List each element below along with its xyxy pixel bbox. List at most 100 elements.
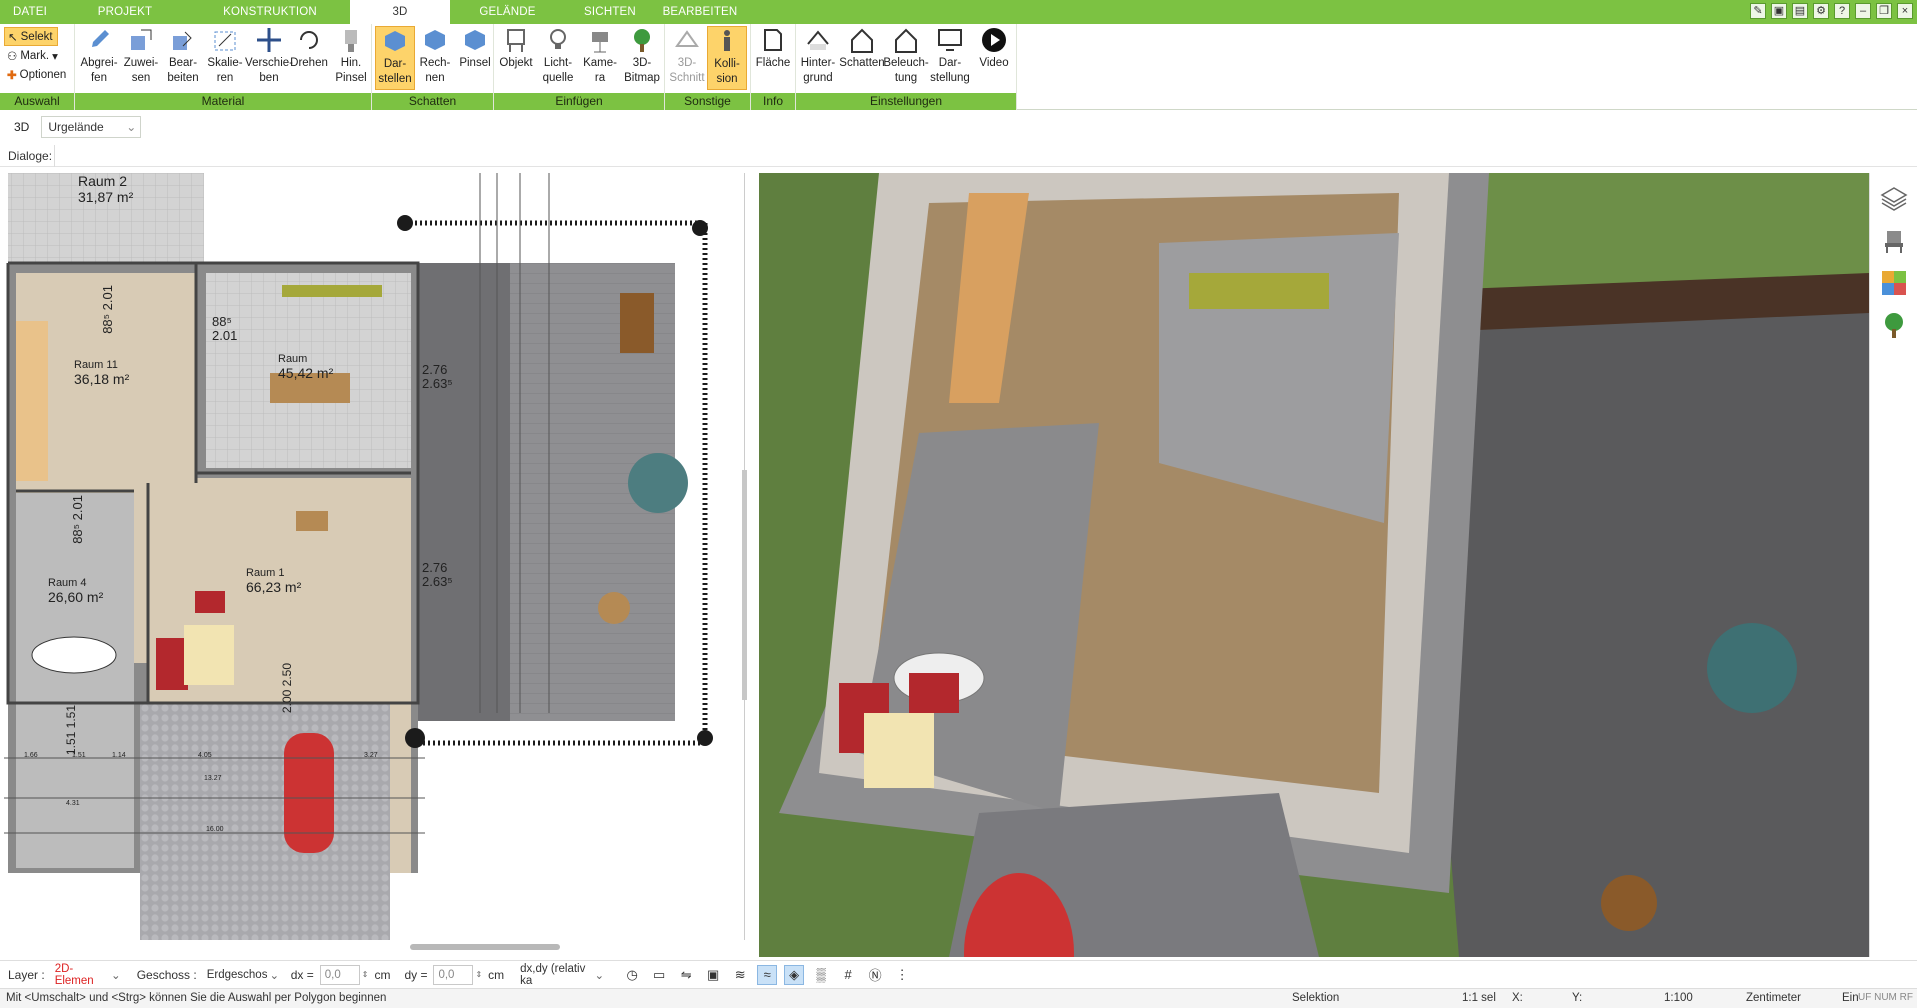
- ribbon-button-label: Pinsel: [459, 57, 491, 69]
- skalieren-button[interactable]: Skalie- ren: [205, 26, 245, 90]
- tree-icon[interactable]: [1880, 311, 1908, 339]
- dy-stepper[interactable]: ⇕: [475, 970, 482, 979]
- mark-button[interactable]: ⚇ Mark. ▾: [4, 46, 61, 65]
- settings-icon[interactable]: ⚙: [1813, 3, 1829, 19]
- verschieben-button[interactable]: Verschie- ben: [245, 26, 293, 90]
- help-icon[interactable]: ?: [1834, 3, 1850, 19]
- chevron-down-icon: ⌄: [126, 120, 137, 134]
- beleuchtung-button[interactable]: Beleuch- tung: [883, 26, 929, 90]
- hin-pinsel-button[interactable]: Hin. Pinsel: [331, 26, 371, 90]
- terrain-icon[interactable]: ≋: [730, 965, 750, 985]
- selekt-button[interactable]: ↖ Selekt: [4, 27, 58, 46]
- coord-mode-select[interactable]: dx,dy (relativ ka ⌄: [516, 963, 608, 987]
- schatten-rechnen-button[interactable]: Rech- nen: [415, 26, 455, 90]
- ribbon-button-label: Hinter- grund: [800, 57, 836, 84]
- window-icon[interactable]: ▣: [1771, 3, 1787, 19]
- tab-datei[interactable]: DATEI: [0, 0, 60, 24]
- layout-icon[interactable]: ▤: [1792, 3, 1808, 19]
- flaeche-button[interactable]: Fläche: [753, 26, 793, 90]
- grid-icon[interactable]: ▒: [811, 965, 831, 985]
- group-sonstige: 3D- Schnitt Kolli- sion Sonstige: [665, 24, 751, 110]
- 3d-schnitt-button[interactable]: 3D- Schnitt: [667, 26, 707, 90]
- ribbon-button-label: Skalie- ren: [207, 57, 243, 84]
- view-icon[interactable]: ◈: [784, 964, 805, 985]
- 3d-render[interactable]: [759, 173, 1869, 957]
- tab-konstruktion[interactable]: KONSTRUKTION: [190, 0, 350, 24]
- 3d-view[interactable]: [759, 173, 1869, 957]
- ribbon-button-label: 3D- Bitmap: [624, 57, 660, 84]
- schatten-settings-button[interactable]: Schatten: [839, 26, 885, 90]
- ribbon: ↖ Selekt ⚇ Mark. ▾ ✚ Optionen Auswahl Abgrei…: [0, 24, 1917, 110]
- lichtquelle-button[interactable]: Licht- quelle: [538, 26, 578, 90]
- texture-icon[interactable]: ≈: [757, 964, 778, 985]
- restore-icon[interactable]: ❐: [1876, 3, 1892, 19]
- tab-projekt[interactable]: PROJEKT: [60, 0, 190, 24]
- dx-input[interactable]: 0,0: [319, 964, 360, 985]
- dim-label: 13.27: [204, 775, 222, 782]
- 3d-side-panel: [1869, 173, 1917, 957]
- status-selection: 1:1 sel: [1462, 992, 1496, 1004]
- dy-input[interactable]: 0,0: [433, 964, 474, 985]
- floor-plan-view[interactable]: Raum 2 31,87 m² Raum 11 36,18 m² Raum 45,42…: [0, 173, 745, 940]
- snap-icon[interactable]: Ⓝ: [865, 965, 885, 985]
- hintergrund-button[interactable]: Hinter- grund: [798, 26, 838, 90]
- tab-sichten[interactable]: SICHTEN: [565, 0, 655, 24]
- move-icon: [255, 26, 283, 54]
- dy-label: dy =: [404, 967, 428, 982]
- cube-icon[interactable]: ▣: [703, 965, 723, 985]
- geschoss-select[interactable]: Erdgeschos ⌄: [203, 965, 280, 985]
- chevron-down-icon: ⌄: [269, 969, 280, 982]
- kollision-button[interactable]: Kolli- sion: [707, 26, 747, 90]
- drehen-button[interactable]: Drehen: [289, 26, 329, 90]
- close-icon[interactable]: ×: [1897, 3, 1913, 19]
- 3d-bitmap-button[interactable]: 3D- Bitmap: [622, 26, 662, 90]
- video-button[interactable]: Video: [974, 26, 1014, 90]
- dim-label: 1.14: [112, 752, 126, 759]
- objekt-button[interactable]: Objekt: [496, 26, 536, 90]
- ribbon-button-label: Kolli- sion: [714, 58, 740, 85]
- terrain-select[interactable]: Urgelände ⌄: [41, 116, 142, 138]
- zuweisen-button[interactable]: Zuwei- sen: [121, 26, 161, 90]
- status-flags: UF NUM RF: [1858, 992, 1913, 1003]
- bulb-icon: [544, 26, 572, 54]
- lines-icon[interactable]: #: [838, 965, 858, 985]
- kamera-button[interactable]: Kame- ra: [580, 26, 620, 90]
- dim-label: 1.51 1.51: [64, 705, 78, 756]
- dx-stepper[interactable]: ⇕: [362, 970, 369, 979]
- cube-icon: [381, 27, 409, 55]
- tab-gelaende[interactable]: GELÄNDE: [450, 0, 565, 24]
- schatten-darstellen-button[interactable]: Dar- stellen: [375, 26, 415, 90]
- eyedrop-icon: [85, 26, 113, 54]
- pan-icon[interactable]: ⇋: [676, 965, 696, 985]
- plan-horizontal-scrollbar[interactable]: [410, 944, 560, 950]
- layer-select[interactable]: 2D-Elemen ⌄: [51, 963, 125, 987]
- layers-icon[interactable]: [1880, 185, 1908, 213]
- ribbon-button-label: Objekt: [499, 57, 533, 69]
- dim-label: 88⁵ 2.01: [100, 285, 115, 334]
- room-2-label: Raum 2 31,87 m²: [78, 173, 134, 205]
- ribbon-button-label: Bear- beiten: [167, 57, 199, 84]
- ribbon-button-label: 3D- Schnitt: [669, 57, 705, 84]
- house-icon: [848, 26, 876, 54]
- group-einstellungen: Hinter- grund Schatten Beleuch- tung Dar- s…: [796, 24, 1017, 110]
- bearbeiten-button[interactable]: Bear- beiten: [163, 26, 203, 90]
- group-einfuegen: Objekt Licht- quelle Kame- ra 3D- Bitmap Ei…: [494, 24, 665, 110]
- abgreifen-button[interactable]: Abgrei- fen: [79, 26, 119, 90]
- clock-icon[interactable]: ◷: [622, 965, 642, 985]
- pen-icon[interactable]: ✎: [1750, 3, 1766, 19]
- plan-vertical-scrollbar[interactable]: [742, 470, 747, 700]
- chair-icon[interactable]: [1880, 227, 1908, 255]
- dim-label: 88⁵ 2.01: [212, 314, 238, 343]
- monitor-icon[interactable]: ▭: [649, 965, 669, 985]
- more-icon[interactable]: ⋮: [892, 965, 912, 985]
- tab-3d[interactable]: 3D: [350, 0, 450, 24]
- group-label-material: Material: [75, 93, 371, 110]
- schatten-pinsel-button[interactable]: Pinsel: [455, 26, 495, 90]
- minimize-icon[interactable]: –: [1855, 3, 1871, 19]
- tab-bearbeiten[interactable]: BEARBEITEN: [655, 0, 745, 24]
- darstellung-button[interactable]: Dar- stellung: [930, 26, 970, 90]
- brush-icon: [337, 26, 365, 54]
- optionen-button[interactable]: ✚ Optionen: [4, 65, 69, 84]
- cam-icon: [586, 26, 614, 54]
- material-icon[interactable]: [1880, 269, 1908, 297]
